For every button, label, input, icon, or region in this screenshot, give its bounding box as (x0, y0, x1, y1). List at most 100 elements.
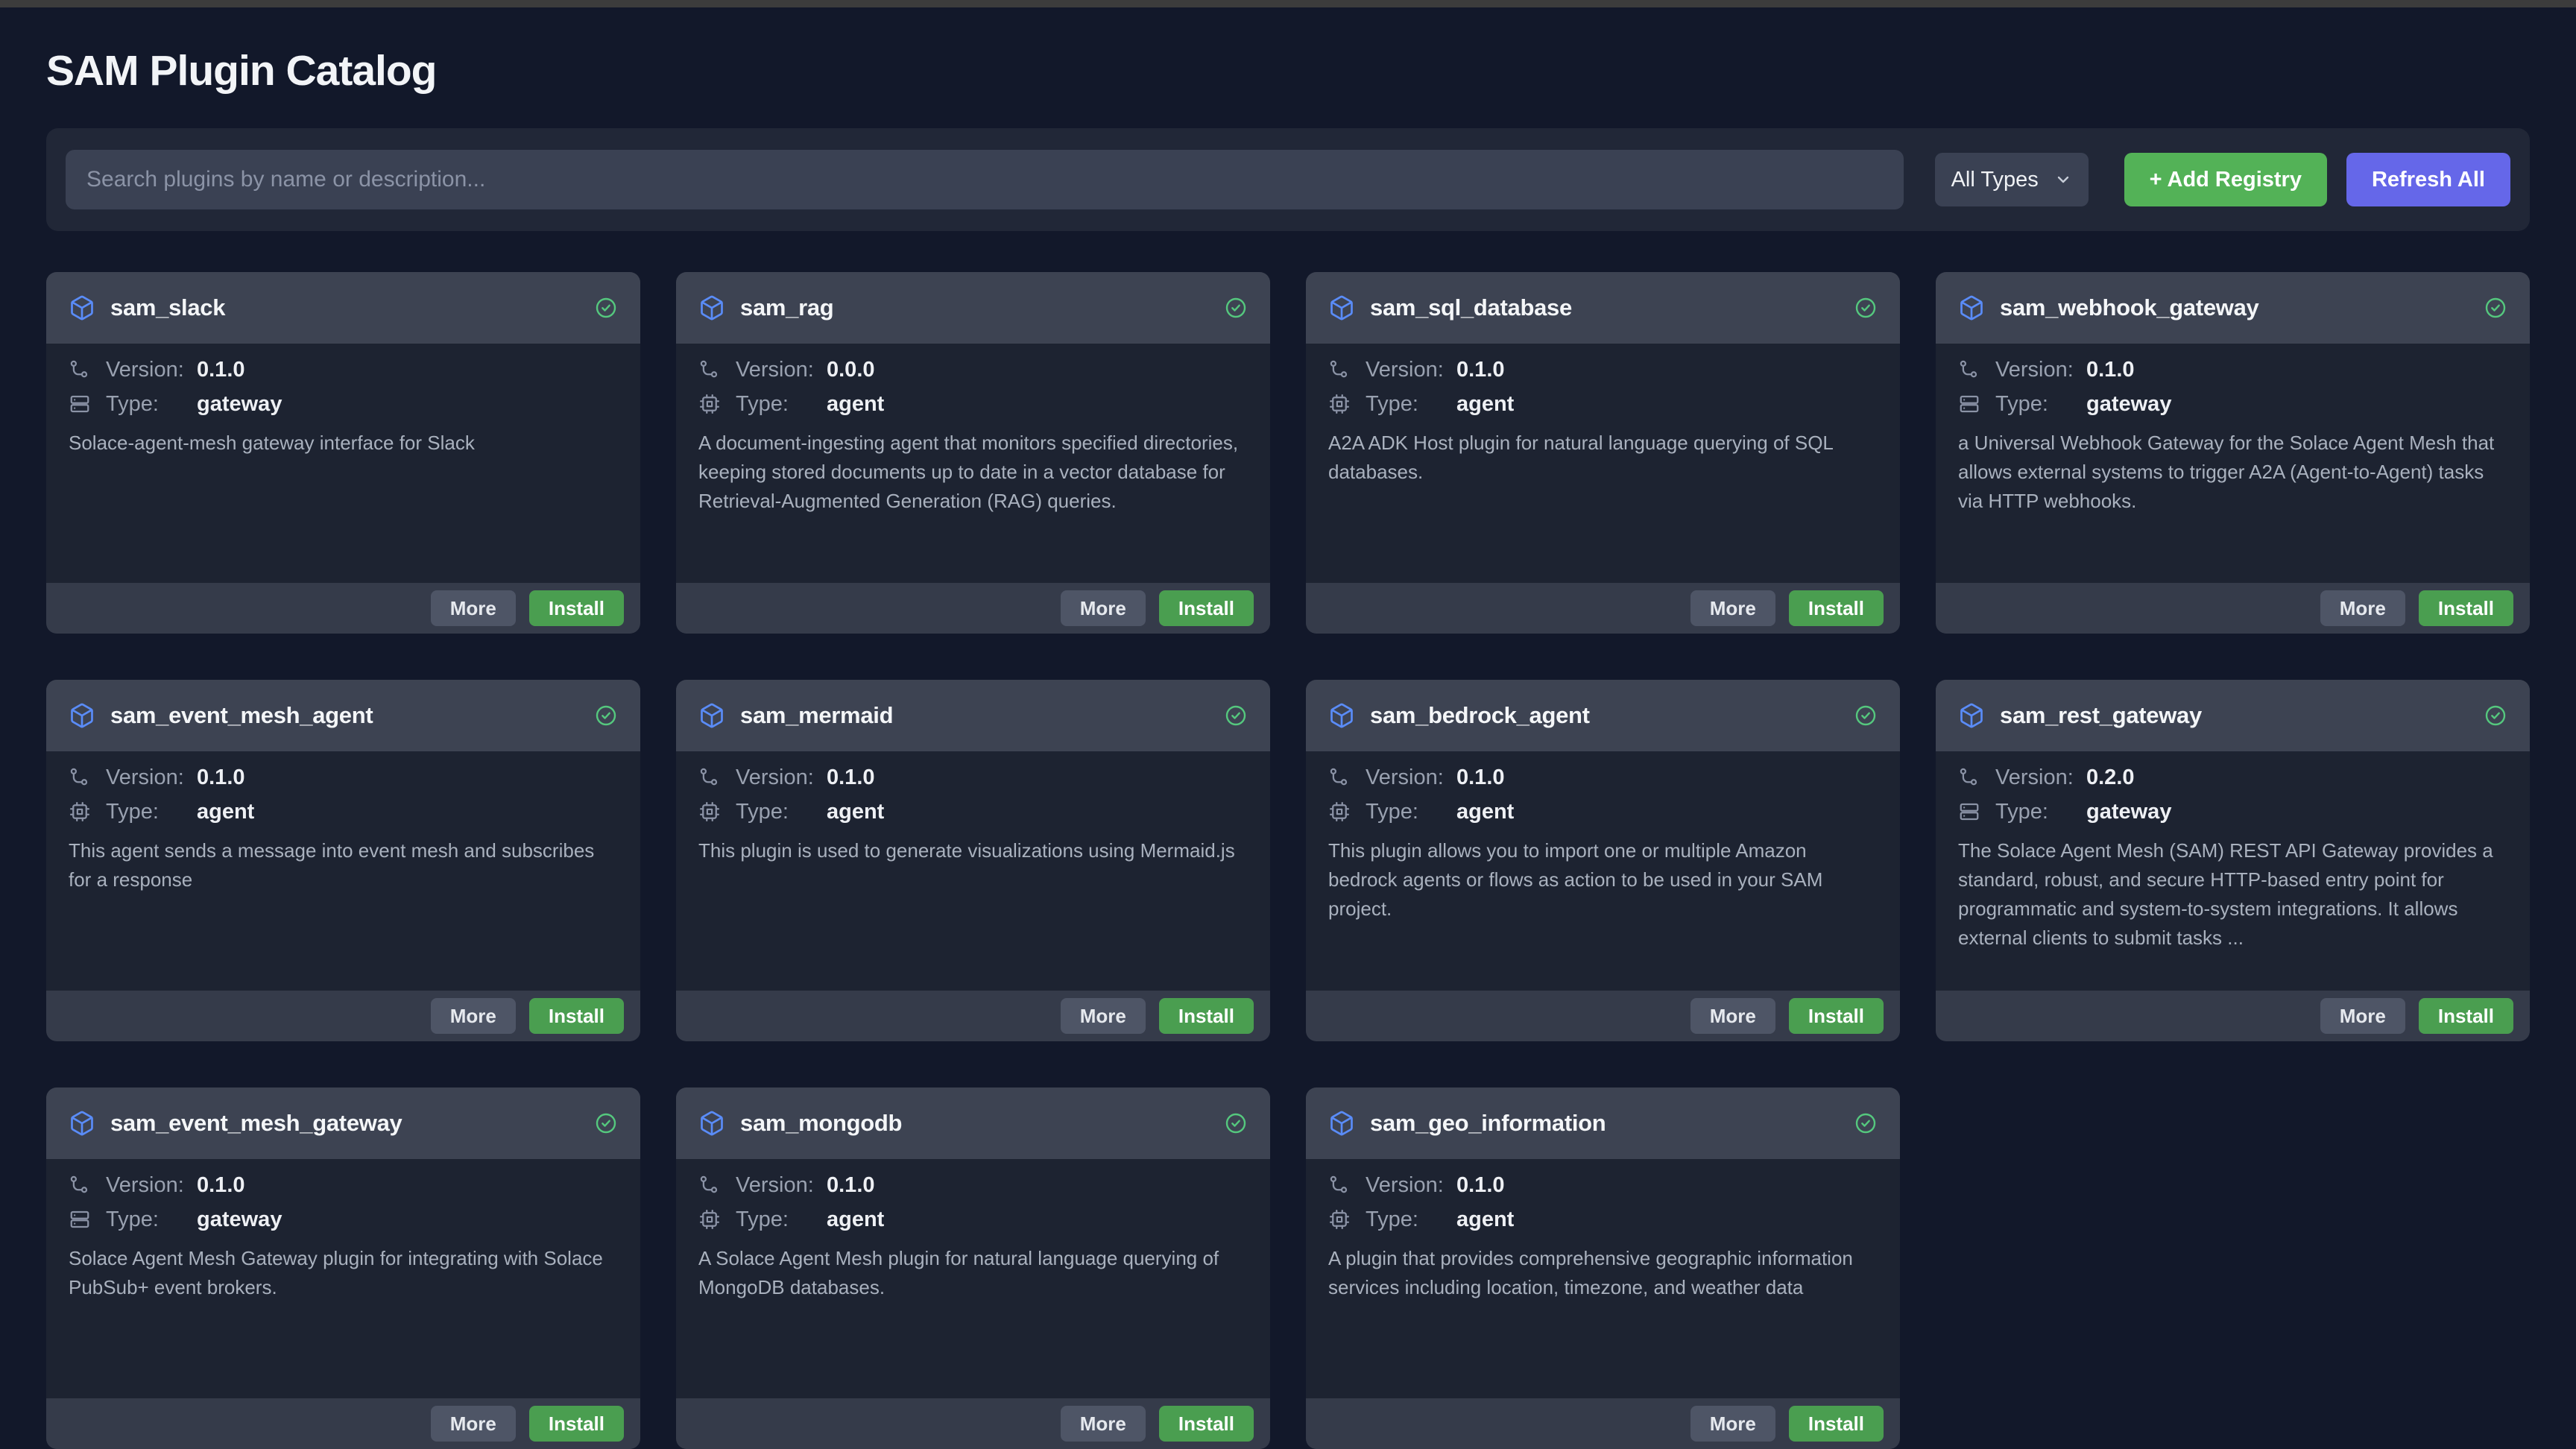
plugin-card-header: sam_event_mesh_agent (46, 680, 640, 751)
plugin-card-footer: More Install (676, 583, 1270, 634)
plugin-description: A Solace Agent Mesh plugin for natural l… (698, 1244, 1248, 1302)
plugin-cube-icon (69, 294, 95, 321)
plugin-card: sam_mermaid Version: 0.1.0 (676, 680, 1270, 1041)
plugin-card-header: sam_geo_information (1306, 1087, 1900, 1159)
more-button[interactable]: More (431, 998, 516, 1034)
plugin-card-body: Version: 0.1.0 (46, 1159, 640, 1398)
version-route-icon (1328, 766, 1351, 789)
more-button[interactable]: More (1690, 998, 1775, 1034)
install-button[interactable]: Install (1789, 998, 1884, 1034)
version-route-icon (698, 1174, 721, 1196)
plugin-card-header: sam_mermaid (676, 680, 1270, 751)
plugin-cube-icon (698, 702, 725, 729)
plugin-cube-icon (698, 294, 725, 321)
version-label: Version: (106, 358, 197, 382)
type-value: gateway (2086, 392, 2171, 417)
verified-check-icon (1224, 1111, 1248, 1135)
type-row: Type: agent (1328, 387, 1878, 421)
plugin-card-header: sam_rag (676, 272, 1270, 344)
more-button[interactable]: More (2320, 590, 2405, 626)
type-row: Type: agent (698, 387, 1248, 421)
plugin-name: sam_slack (110, 294, 579, 321)
type-value: agent (827, 1208, 884, 1232)
more-button[interactable]: More (431, 590, 516, 626)
install-button[interactable]: Install (1789, 590, 1884, 626)
more-button[interactable]: More (1061, 590, 1146, 626)
type-label: Type: (736, 1208, 827, 1232)
cpu-icon (1328, 1208, 1351, 1231)
plugin-description: a Universal Webhook Gateway for the Sola… (1958, 429, 2507, 516)
plugin-card-header: sam_slack (46, 272, 640, 344)
type-label: Type: (1366, 800, 1456, 824)
version-label: Version: (1366, 358, 1456, 382)
type-filter-select[interactable]: All Types (1935, 153, 2089, 206)
plugin-catalog-page: SAM Plugin Catalog All Types + Add Regis… (0, 46, 2576, 1449)
more-button[interactable]: More (1690, 1406, 1775, 1442)
plugin-card-footer: More Install (1936, 991, 2530, 1041)
install-button[interactable]: Install (2419, 590, 2513, 626)
refresh-all-button[interactable]: Refresh All (2346, 153, 2510, 206)
version-label: Version: (1366, 1173, 1456, 1198)
type-value: agent (197, 800, 254, 824)
version-row: Version: 0.1.0 (1328, 353, 1878, 387)
window-chrome-strip (0, 0, 2576, 7)
plugin-card-header: sam_mongodb (676, 1087, 1270, 1159)
verified-check-icon (1854, 296, 1878, 320)
search-input[interactable] (66, 150, 1904, 209)
version-row: Version: 0.1.0 (1958, 353, 2507, 387)
plugin-name: sam_event_mesh_gateway (110, 1110, 579, 1137)
version-value: 0.1.0 (197, 765, 245, 790)
plugin-card-body: Version: 0.1.0 (46, 751, 640, 991)
version-value: 0.2.0 (2086, 765, 2135, 790)
install-button[interactable]: Install (1159, 998, 1254, 1034)
plugin-card-body: Version: 0.1.0 (676, 751, 1270, 991)
plugin-card-body: Version: 0.1.0 (46, 344, 640, 583)
more-button[interactable]: More (2320, 998, 2405, 1034)
plugin-card-body: Version: 0.1.0 (1306, 751, 1900, 991)
type-label: Type: (736, 800, 827, 824)
plugin-card-footer: More Install (1306, 991, 1900, 1041)
plugin-card: sam_event_mesh_agent Version: 0.1. (46, 680, 640, 1041)
plugin-name: sam_sql_database (1370, 294, 1839, 321)
install-button[interactable]: Install (1789, 1406, 1884, 1442)
install-button[interactable]: Install (2419, 998, 2513, 1034)
version-label: Version: (736, 765, 827, 790)
plugin-card-body: Version: 0.1.0 (1306, 344, 1900, 583)
verified-check-icon (594, 704, 618, 727)
plugin-description: A2A ADK Host plugin for natural language… (1328, 429, 1878, 487)
plugin-description: This plugin allows you to import one or … (1328, 836, 1878, 924)
plugin-card: sam_rest_gateway Version: 0.2.0 (1936, 680, 2530, 1041)
version-route-icon (698, 359, 721, 381)
more-button[interactable]: More (1061, 1406, 1146, 1442)
type-label: Type: (106, 800, 197, 824)
version-row: Version: 0.1.0 (69, 353, 618, 387)
more-button[interactable]: More (431, 1406, 516, 1442)
type-label: Type: (1366, 1208, 1456, 1232)
install-button[interactable]: Install (1159, 1406, 1254, 1442)
version-value: 0.1.0 (1456, 1173, 1505, 1198)
version-row: Version: 0.2.0 (1958, 760, 2507, 795)
plugin-name: sam_geo_information (1370, 1110, 1839, 1137)
install-button[interactable]: Install (1159, 590, 1254, 626)
plugin-card-body: Version: 0.2.0 (1936, 751, 2530, 991)
install-button[interactable]: Install (529, 998, 624, 1034)
more-button[interactable]: More (1690, 590, 1775, 626)
install-button[interactable]: Install (529, 1406, 624, 1442)
plugin-grid: sam_slack Version: 0.1.0 (46, 272, 2530, 1449)
type-value: agent (827, 800, 884, 824)
version-route-icon (1958, 766, 1980, 789)
version-value: 0.1.0 (1456, 358, 1505, 382)
plugin-card-footer: More Install (1306, 583, 1900, 634)
server-icon (69, 1208, 91, 1231)
type-value: agent (1456, 800, 1514, 824)
plugin-name: sam_rest_gateway (2000, 702, 2469, 729)
more-button[interactable]: More (1061, 998, 1146, 1034)
plugin-name: sam_rag (740, 294, 1209, 321)
type-value: agent (827, 392, 884, 417)
type-label: Type: (106, 1208, 197, 1232)
plugin-card: sam_geo_information Version: 0.1.0 (1306, 1087, 1900, 1449)
add-registry-button[interactable]: + Add Registry (2124, 153, 2327, 206)
type-value: gateway (197, 1208, 282, 1232)
install-button[interactable]: Install (529, 590, 624, 626)
version-route-icon (69, 359, 91, 381)
